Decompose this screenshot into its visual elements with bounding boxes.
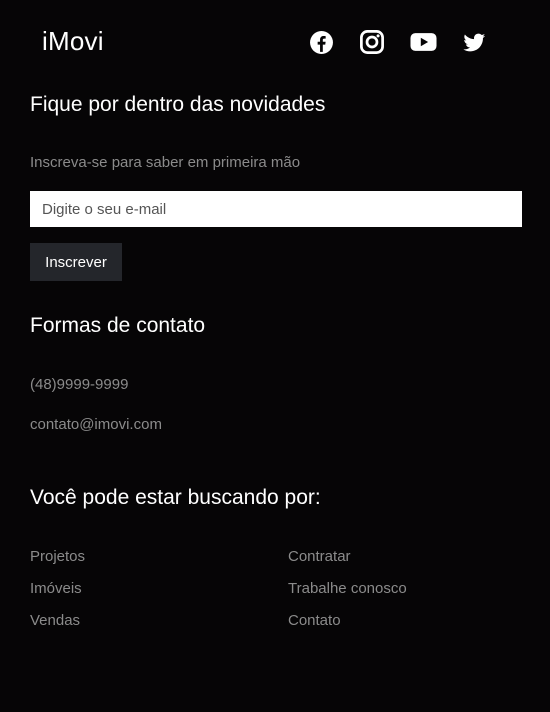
- facebook-icon: [309, 30, 333, 54]
- twitter-icon: [463, 33, 486, 51]
- twitter-link[interactable]: [460, 28, 488, 56]
- newsletter-description: Inscreva-se para saber em primeira mão: [30, 154, 301, 171]
- contact-title: Formas de contato: [30, 314, 206, 337]
- footer-link-contato[interactable]: Contato: [288, 611, 341, 631]
- footer-link-trabalhe-conosco[interactable]: Trabalhe conosco: [288, 579, 407, 599]
- instagram-link[interactable]: [358, 28, 386, 56]
- email-input[interactable]: [30, 191, 522, 227]
- newsletter-title: Fique por dentro das novidades: [30, 93, 326, 116]
- footer-link-contratar[interactable]: Contratar: [288, 547, 351, 567]
- brand-logo[interactable]: iMovi: [42, 24, 104, 58]
- subscribe-button[interactable]: Inscrever: [30, 243, 122, 281]
- footer-link-imoveis[interactable]: Imóveis: [30, 579, 82, 599]
- facebook-link[interactable]: [307, 28, 335, 56]
- instagram-icon: [360, 30, 384, 54]
- youtube-icon: [409, 33, 437, 51]
- contact-phone-link[interactable]: (48)9999-9999: [30, 375, 128, 395]
- contact-email-link[interactable]: contato@imovi.com: [30, 415, 162, 435]
- youtube-link[interactable]: [409, 28, 437, 56]
- search-links-title: Você pode estar buscando por:: [30, 486, 321, 509]
- footer-link-vendas[interactable]: Vendas: [30, 611, 80, 631]
- footer-header: iMovi: [0, 0, 550, 84]
- footer-link-projetos[interactable]: Projetos: [30, 547, 85, 567]
